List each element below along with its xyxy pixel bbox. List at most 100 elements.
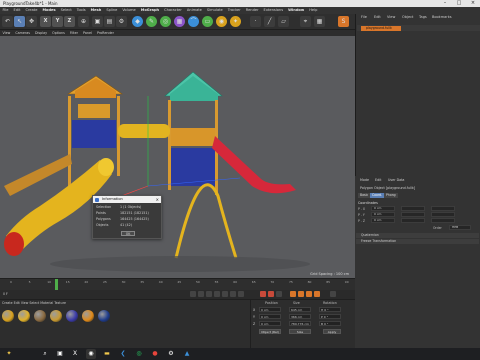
object-name[interactable]: playground.fullk	[361, 25, 401, 31]
menu-spline[interactable]: Spline	[104, 7, 120, 14]
key-position-icon[interactable]	[290, 291, 296, 297]
next-frame-icon[interactable]	[222, 291, 228, 297]
attr-rb-field[interactable]	[431, 218, 455, 223]
light-icon[interactable]: ✦	[230, 16, 241, 27]
menu-mograph[interactable]: MoGraph	[138, 7, 161, 14]
x-axis-lock-button[interactable]: X	[40, 16, 51, 27]
menu-edit[interactable]: Edit	[11, 7, 23, 14]
material-menu-view[interactable]: View	[21, 301, 29, 305]
position-x-field[interactable]: 0 cm	[259, 307, 281, 312]
pen-spline-icon[interactable]: ✎	[146, 16, 157, 27]
playhead[interactable]	[55, 279, 58, 290]
key-param-icon[interactable]	[314, 291, 320, 297]
material-menu-texture[interactable]: Texture	[54, 301, 66, 305]
objects-menu-object[interactable]: Object	[402, 15, 413, 19]
move-tool-icon[interactable]: ✥	[26, 16, 37, 27]
menu-modes[interactable]: Modes	[40, 7, 58, 14]
attr-rp-field[interactable]	[431, 212, 455, 217]
cube-icon[interactable]: ◆	[132, 16, 143, 27]
subdivision-icon[interactable]: ◎	[160, 16, 171, 27]
material-swatch[interactable]	[50, 310, 62, 322]
attr-menu-edit[interactable]: Edit	[375, 178, 381, 182]
apply-button[interactable]: Apply	[323, 329, 341, 334]
edges-mode-icon[interactable]: ╱	[264, 16, 275, 27]
keyframe-selection-icon[interactable]	[276, 291, 282, 297]
undo-icon[interactable]: ↶	[2, 16, 13, 27]
polygons-mode-icon[interactable]: ▱	[278, 16, 289, 27]
key-rotation-icon[interactable]	[298, 291, 304, 297]
position-z-field[interactable]: 0 cm	[259, 321, 281, 326]
z-axis-lock-button[interactable]: Z	[64, 16, 75, 27]
attr-py-field[interactable]: 0 cm	[371, 212, 395, 217]
attr-sz-field[interactable]	[401, 218, 425, 223]
start-icon[interactable]: ✦	[4, 349, 14, 359]
attr-px-field[interactable]: 0 cm	[371, 206, 395, 211]
render-settings-icon[interactable]: ⚙	[116, 16, 127, 27]
play-icon[interactable]	[214, 291, 220, 297]
coord-mode-dropdown[interactable]: Object (Rel)	[259, 329, 281, 334]
size-x-field[interactable]: 645 cm	[289, 307, 311, 312]
rotation-p-field[interactable]: P 0 °	[319, 314, 341, 319]
menu-character[interactable]: Character	[162, 7, 185, 14]
rotation-b-field[interactable]: B 0 °	[319, 321, 341, 326]
camera-icon[interactable]: ◉	[216, 16, 227, 27]
x-icon[interactable]: X	[70, 349, 80, 359]
previous-frame-icon[interactable]	[206, 291, 212, 297]
material-menu-edit[interactable]: Edit	[14, 301, 20, 305]
attr-section-quaternion[interactable]: Quaternion	[356, 233, 479, 238]
material-menu-create[interactable]: Create	[2, 301, 13, 305]
menu-volume[interactable]: Volume	[120, 7, 138, 14]
rotation-h-field[interactable]: H 0 °	[319, 307, 341, 312]
tab-coord[interactable]: Coord.	[370, 193, 385, 198]
go-to-end-icon[interactable]	[238, 291, 244, 297]
attr-menu-mode[interactable]: Mode	[360, 178, 369, 182]
workplane-icon[interactable]: ▦	[314, 16, 325, 27]
menu-tools[interactable]: Tools	[74, 7, 88, 14]
array-icon[interactable]: ▦	[174, 16, 185, 27]
search-icon[interactable]: ⌕	[40, 349, 50, 359]
objects-menu-bookmarks[interactable]: Bookmarks	[432, 15, 452, 19]
menu-tracker[interactable]: Tracker	[225, 7, 243, 14]
minimize-button[interactable]: –	[438, 0, 452, 7]
material-menu-select[interactable]: Select	[29, 301, 39, 305]
tab-phong[interactable]: Phong	[384, 193, 398, 198]
chrome-icon[interactable]: ●	[150, 349, 160, 359]
photos-icon[interactable]: ▲	[182, 349, 192, 359]
menu-mesh[interactable]: Mesh	[88, 7, 104, 14]
timeline-menu-icon[interactable]	[330, 291, 336, 297]
interactive-render-icon[interactable]: S	[338, 16, 349, 27]
attr-menu-userdata[interactable]: User Data	[388, 178, 404, 182]
bend-deformer-icon[interactable]: ⌒	[188, 16, 199, 27]
objects-menu-tags[interactable]: Tags	[419, 15, 427, 19]
material-swatch[interactable]	[66, 310, 78, 322]
menu-file[interactable]: File	[0, 7, 11, 14]
attr-section-freeze[interactable]: Freeze Transformation	[356, 239, 479, 244]
attr-sy-field[interactable]	[401, 212, 425, 217]
maximize-button[interactable]: □	[452, 0, 466, 7]
menu-extensions[interactable]: Extensions	[261, 7, 286, 14]
select-tool-icon[interactable]: ↖	[14, 16, 25, 27]
tab-basic[interactable]: Basic	[358, 193, 371, 198]
autokey-icon[interactable]	[268, 291, 274, 297]
material-menu-material[interactable]: Material	[40, 301, 53, 305]
timeline-ruler[interactable]: 0 5 10 15 20 25 30 35 40 45 50 55 60 65 70 75 80 85 90	[0, 278, 355, 290]
dialog-close-icon[interactable]: ×	[156, 196, 159, 203]
widgets-icon[interactable]: ▣	[55, 349, 65, 359]
key-scale-icon[interactable]	[306, 291, 312, 297]
vscode-icon[interactable]: ❮	[118, 349, 128, 359]
settings-icon[interactable]: ⚙	[166, 349, 176, 359]
attr-order-dropdown[interactable]: HPB	[449, 225, 471, 230]
y-axis-lock-button[interactable]: Y	[52, 16, 63, 27]
record-active-icon[interactable]	[260, 291, 266, 297]
size-y-field[interactable]: 366 cm	[289, 314, 311, 319]
dialog-ok-button[interactable]: OK	[121, 231, 135, 236]
render-view-icon[interactable]: ▣	[92, 16, 103, 27]
size-z-field[interactable]: 789.776 cm	[289, 321, 311, 326]
material-swatch[interactable]	[34, 310, 46, 322]
snap-icon[interactable]: ⌖	[300, 16, 311, 27]
menu-help[interactable]: Help	[307, 7, 320, 14]
menu-animate[interactable]: Animate	[184, 7, 204, 14]
go-to-start-icon[interactable]	[190, 291, 196, 297]
menu-simulate[interactable]: Simulate	[204, 7, 225, 14]
3d-viewport[interactable]: Grid Spacing : 100 cm	[0, 36, 355, 278]
